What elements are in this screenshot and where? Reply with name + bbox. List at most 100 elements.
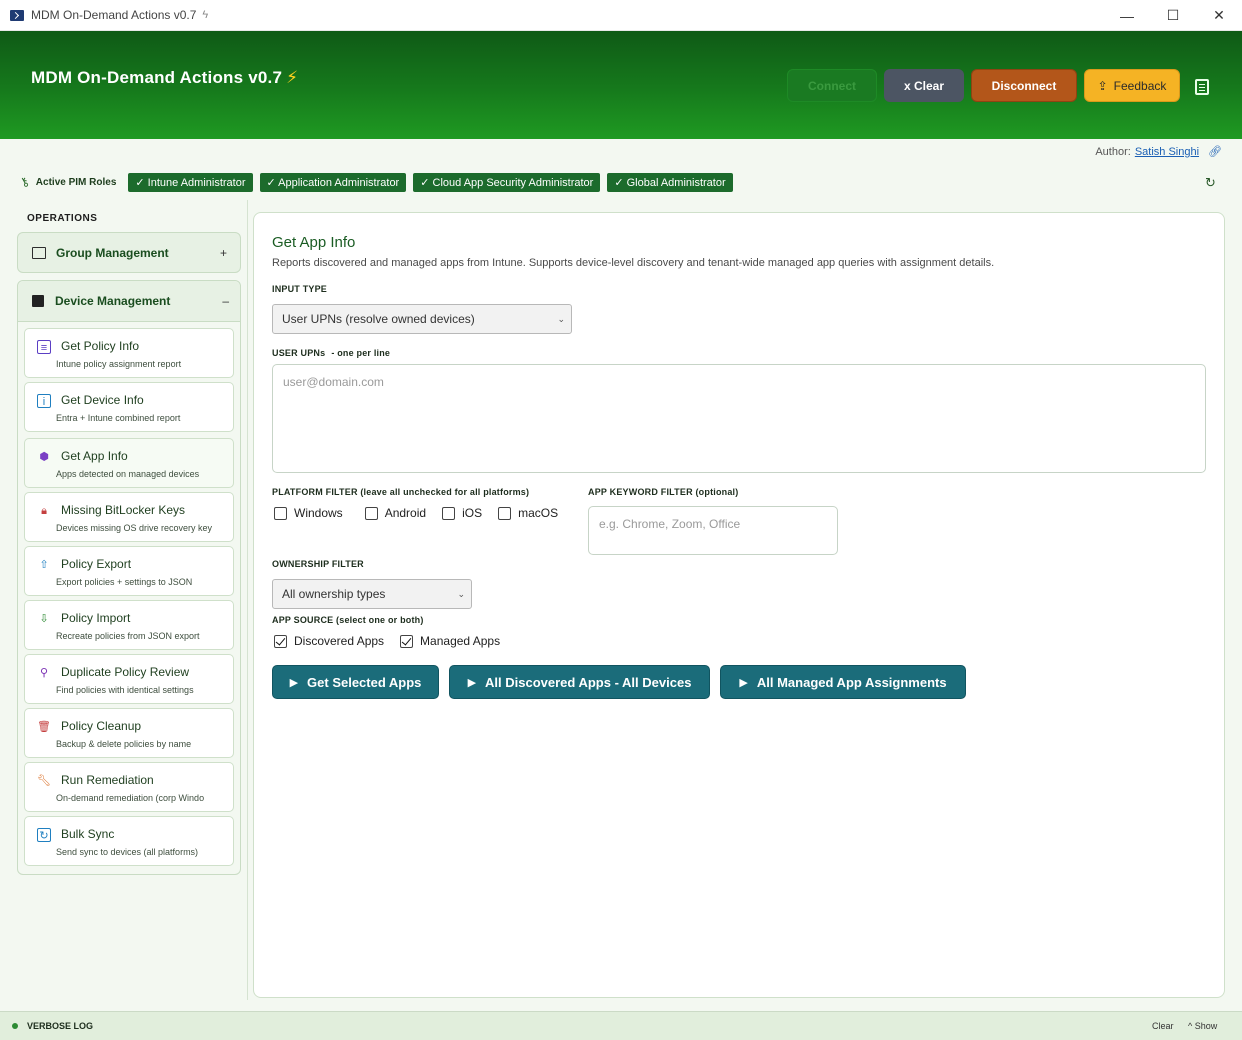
- sidebar-item-get-policy-info[interactable]: ≡ Get Policy Info Intune policy assignme…: [24, 328, 234, 378]
- checkbox[interactable]: [498, 506, 512, 520]
- checkbox-label: Discovered Apps: [294, 634, 385, 648]
- device-management-header[interactable]: Device Management –: [18, 281, 240, 322]
- get-selected-apps-button[interactable]: ▶ Get Selected Apps: [272, 665, 439, 699]
- button-label: All Discovered Apps - All Devices: [485, 674, 692, 690]
- powershell-icon: [10, 9, 24, 21]
- sidebar-item-title: Duplicate Policy Review: [61, 665, 190, 679]
- sidebar-item-bulk-sync[interactable]: ↻ Bulk Sync Send sync to devices (all pl…: [24, 816, 234, 866]
- checkbox[interactable]: [274, 506, 287, 520]
- source-checkbox-discovered[interactable]: Discovered Apps: [274, 634, 384, 648]
- sidebar-item-title: Missing BitLocker Keys: [61, 503, 186, 517]
- wrench-icon: 🔧︎: [37, 775, 51, 787]
- upn-label: USER UPNs - one per line: [272, 348, 390, 358]
- lightning-icon: ϟ: [202, 9, 209, 21]
- ownership-value: All ownership types: [282, 587, 386, 601]
- checkbox-label: Managed Apps: [420, 634, 501, 648]
- log-show-button[interactable]: ^ Show: [1188, 1021, 1217, 1031]
- app-header: MDM On-Demand Actions v0.7 ⚡ Connect x Cl…: [0, 31, 1242, 139]
- sidebar-item-desc: Send sync to devices (all platforms): [56, 847, 199, 857]
- upn-label-text: USER UPNs: [272, 348, 326, 358]
- pim-label: Active PIM Roles: [35, 176, 117, 188]
- feedback-button[interactable]: ⇪ Feedback: [1084, 69, 1180, 102]
- disconnect-button[interactable]: Disconnect: [971, 69, 1077, 102]
- source-checkbox-managed[interactable]: Managed Apps: [400, 634, 500, 648]
- sidebar-item-missing-bitlocker-keys[interactable]: 🔒︎ Missing BitLocker Keys Devices missin…: [24, 492, 234, 542]
- platform-checkbox-android[interactable]: Android: [364, 506, 427, 520]
- device-management-label: Device Management: [55, 294, 171, 308]
- pim-role-badge: ✓ Cloud App Security Administrator: [413, 172, 601, 192]
- package-icon: ⬢: [39, 451, 49, 463]
- sidebar-item-policy-import[interactable]: ⇩ Policy Import Recreate policies from J…: [24, 600, 234, 650]
- sidebar-item-title: Bulk Sync: [61, 827, 115, 841]
- author-label: Author:: [1095, 145, 1131, 158]
- checkbox[interactable]: [274, 634, 287, 648]
- info-icon: i: [37, 394, 51, 408]
- ownership-select[interactable]: All ownership types ⌄: [272, 579, 472, 609]
- input-type-select[interactable]: User UPNs (resolve owned devices) ⌄: [272, 304, 572, 334]
- close-button[interactable]: ✕: [1196, 0, 1242, 31]
- sidebar-item-policy-export[interactable]: ⇧ Policy Export Export policies + settin…: [24, 546, 234, 596]
- checkbox-label: Android: [384, 506, 427, 520]
- feedback-label: Feedback: [1113, 78, 1167, 93]
- group-management-section[interactable]: Group Management +: [17, 232, 241, 273]
- document-icon: ≡: [37, 340, 51, 354]
- window-titlebar: MDM On-Demand Actions v0.7 ϟ — ☐ ✕: [0, 0, 1242, 31]
- platform-filter-checkboxes: Windows Android iOS macOS: [274, 506, 574, 520]
- sidebar-item-policy-cleanup[interactable]: 🗑︎ Policy Cleanup Backup & delete polici…: [24, 708, 234, 758]
- expand-toggle[interactable]: +: [220, 246, 227, 260]
- lock-icon: 🔒︎: [41, 505, 47, 517]
- pim-role-badge: ✓ Intune Administrator: [128, 172, 253, 192]
- verbose-log-label: VERBOSE LOG: [27, 1021, 94, 1031]
- author-link[interactable]: Satish Singhi: [1135, 146, 1199, 158]
- sidebar-item-get-app-info[interactable]: ⬢ Get App Info Apps detected on managed …: [24, 438, 234, 488]
- clear-button[interactable]: x Clear: [884, 69, 964, 102]
- trash-icon: 🗑︎: [37, 721, 51, 733]
- group-management-label: Group Management: [56, 245, 169, 260]
- checkbox[interactable]: [364, 506, 378, 520]
- all-discovered-apps-button[interactable]: ▶ All Discovered Apps - All Devices: [449, 665, 710, 699]
- checkbox[interactable]: [400, 634, 414, 648]
- pim-role-badge: ✓ Global Administrator: [607, 172, 733, 192]
- sidebar-item-run-remediation[interactable]: 🔧︎ Run Remediation On-demand remediation…: [24, 762, 234, 812]
- platform-checkbox-windows[interactable]: Windows: [274, 506, 343, 520]
- clipboard-icon[interactable]: [1195, 79, 1209, 95]
- collapse-toggle[interactable]: –: [222, 294, 229, 308]
- checkbox-label: iOS: [462, 506, 483, 520]
- connect-button[interactable]: Connect: [787, 69, 877, 102]
- sidebar-item-get-device-info[interactable]: i Get Device Info Entra + Intune combine…: [24, 382, 234, 432]
- sidebar-item-title: Get Policy Info: [61, 339, 140, 353]
- keyword-filter-input[interactable]: e.g. Chrome, Zoom, Office: [588, 506, 838, 555]
- status-dot-icon: [12, 1023, 18, 1029]
- export-icon: ⇧: [39, 559, 49, 571]
- import-icon: ⇩: [39, 613, 49, 625]
- sidebar-item-title: Get Device Info: [61, 393, 144, 407]
- author-line: Author: Satish Singhi 🔗︎: [1095, 145, 1222, 159]
- maximize-button[interactable]: ☐: [1150, 0, 1196, 31]
- platform-checkbox-macos[interactable]: macOS: [498, 506, 558, 520]
- minimize-button[interactable]: —: [1104, 0, 1150, 31]
- folder-icon: [32, 246, 46, 259]
- sidebar-item-title: Policy Cleanup: [61, 719, 142, 733]
- sidebar-item-title: Policy Import: [61, 611, 131, 625]
- app-source-label: APP SOURCE (select one or both): [272, 615, 424, 625]
- platform-checkbox-ios[interactable]: iOS: [442, 506, 482, 520]
- chevron-down-icon: ⌄: [557, 313, 565, 324]
- log-status-bar: VERBOSE LOG Clear ^ Show: [0, 1011, 1242, 1040]
- log-clear-button[interactable]: Clear: [1152, 1021, 1174, 1031]
- sidebar-item-title: Get App Info: [61, 449, 128, 463]
- refresh-icon[interactable]: ↻: [1205, 175, 1216, 191]
- operations-sidebar: OPERATIONS Group Management + Device Man…: [0, 200, 248, 1000]
- sidebar-item-title: Policy Export: [61, 557, 132, 571]
- app-title-text: MDM On-Demand Actions v0.7: [31, 68, 283, 87]
- sidebar-item-desc: On-demand remediation (corp Windo: [56, 793, 205, 803]
- sidebar-item-duplicate-policy-review[interactable]: ⚲ Duplicate Policy Review Find policies …: [24, 654, 234, 704]
- all-managed-assignments-button[interactable]: ▶ All Managed App Assignments: [720, 665, 966, 699]
- checkbox-label: macOS: [518, 506, 559, 520]
- upn-textarea[interactable]: user@domain.com: [272, 364, 1206, 473]
- link-icon[interactable]: 🔗︎: [1208, 145, 1222, 158]
- platform-filter-label: PLATFORM FILTER (leave all unchecked for…: [272, 487, 530, 497]
- play-icon: ▶: [467, 676, 477, 689]
- upn-sub-label: - one per line: [331, 348, 391, 358]
- checkbox[interactable]: [442, 506, 456, 520]
- device-management-section: Device Management – ≡ Get Policy Info In…: [17, 280, 241, 875]
